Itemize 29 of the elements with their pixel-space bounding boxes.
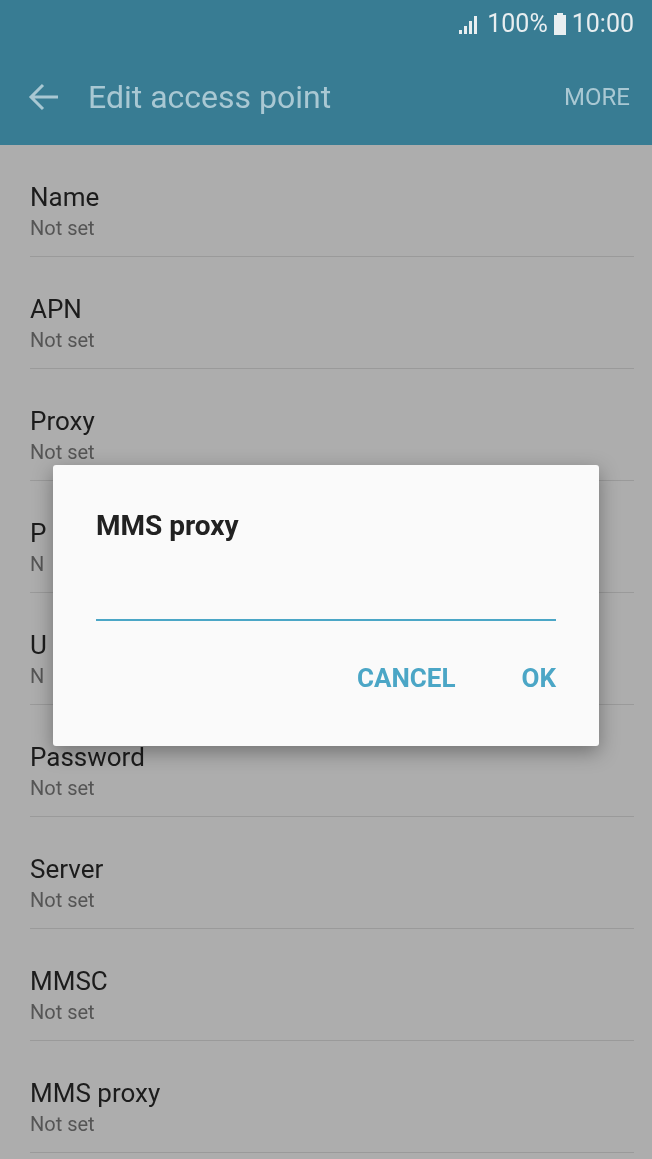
settings-row[interactable]: MMSC Not set bbox=[30, 929, 634, 1041]
setting-title: P bbox=[30, 517, 47, 550]
setting-value: Not set bbox=[30, 327, 95, 354]
setting-title: Proxy bbox=[30, 405, 95, 438]
setting-value: Not set bbox=[30, 999, 95, 1026]
setting-title: Server bbox=[30, 853, 104, 886]
setting-title: U bbox=[30, 629, 47, 662]
setting-title: MMS proxy bbox=[30, 1077, 161, 1110]
dialog-title: MMS proxy bbox=[96, 508, 240, 544]
setting-value: Not set bbox=[30, 1111, 95, 1138]
setting-value: N bbox=[30, 663, 45, 690]
battery-percent: 100% bbox=[487, 8, 548, 41]
settings-row[interactable]: APN Not set bbox=[30, 257, 634, 369]
settings-row[interactable]: MMS proxy Not set bbox=[30, 1041, 634, 1153]
back-icon[interactable] bbox=[28, 82, 60, 111]
setting-title: Name bbox=[30, 181, 100, 214]
setting-title: Password bbox=[30, 741, 145, 774]
setting-value: Not set bbox=[30, 775, 95, 802]
setting-value: N bbox=[30, 551, 45, 578]
setting-title: MMSC bbox=[30, 965, 108, 998]
setting-value: Not set bbox=[30, 215, 95, 242]
battery-icon bbox=[553, 13, 566, 35]
setting-title: APN bbox=[30, 293, 82, 326]
screen-title: Edit access point bbox=[88, 76, 333, 118]
settings-row[interactable]: Name Not set bbox=[30, 145, 634, 257]
setting-value: Not set bbox=[30, 887, 95, 914]
clock: 10:00 bbox=[571, 8, 634, 41]
settings-row[interactable]: Server Not set bbox=[30, 817, 634, 929]
setting-value: Not set bbox=[30, 439, 95, 466]
